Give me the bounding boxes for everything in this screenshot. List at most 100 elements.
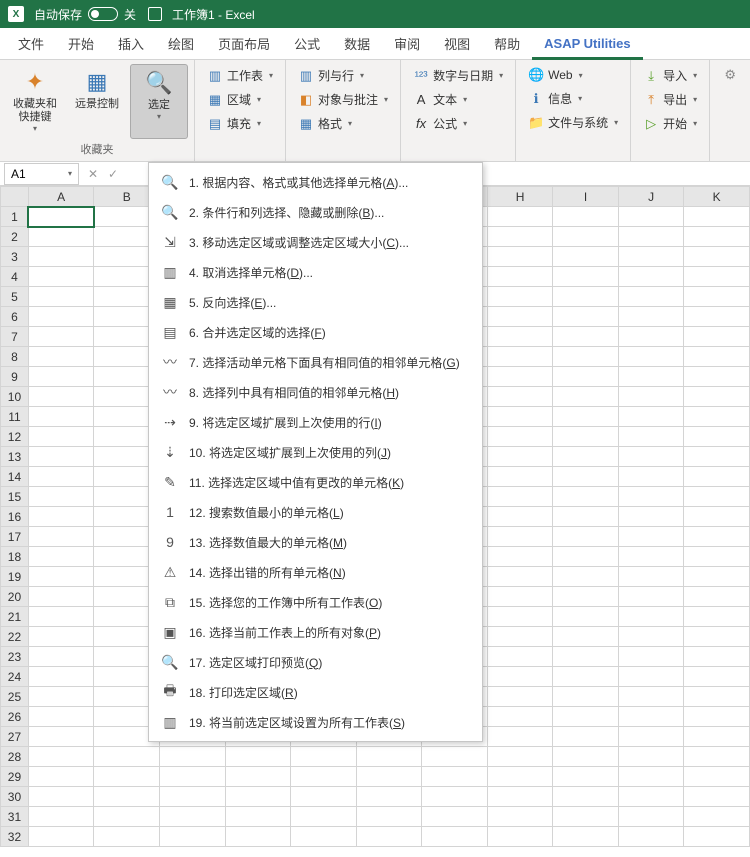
row-header[interactable]: 28 <box>1 747 29 767</box>
cell[interactable] <box>28 727 94 747</box>
cell[interactable] <box>487 507 553 527</box>
dropdown-item[interactable]: ▣16. 选择当前工作表上的所有对象(P) <box>149 617 482 647</box>
cell[interactable] <box>94 747 160 767</box>
cell[interactable] <box>28 587 94 607</box>
cell[interactable] <box>28 687 94 707</box>
cell[interactable] <box>618 727 684 747</box>
dropdown-item[interactable]: 🔍1. 根据内容、格式或其他选择单元格(A)... <box>149 167 482 197</box>
cell[interactable] <box>618 627 684 647</box>
cell[interactable] <box>28 787 94 807</box>
cell[interactable] <box>553 587 619 607</box>
cell[interactable] <box>553 607 619 627</box>
cell[interactable] <box>487 207 553 227</box>
row-header[interactable]: 31 <box>1 807 29 827</box>
cell[interactable] <box>618 687 684 707</box>
cell[interactable] <box>553 227 619 247</box>
cell[interactable] <box>94 827 160 847</box>
cell[interactable] <box>487 367 553 387</box>
cell[interactable] <box>28 647 94 667</box>
tab-home[interactable]: 开始 <box>56 28 106 59</box>
save-icon[interactable] <box>148 7 162 21</box>
dropdown-item[interactable]: 🔍2. 条件行和列选择、隐藏或删除(B)... <box>149 197 482 227</box>
cell[interactable] <box>28 407 94 427</box>
cell[interactable] <box>487 827 553 847</box>
cell[interactable] <box>487 567 553 587</box>
import-button[interactable]: ⤓导入▾ <box>637 64 703 87</box>
dropdown-item[interactable]: ⇲3. 移动选定区域或调整选定区域大小(C)... <box>149 227 482 257</box>
cell[interactable] <box>487 627 553 647</box>
dropdown-item[interactable]: 〰8. 选择列中具有相同值的相邻单元格(H) <box>149 377 482 407</box>
cell[interactable] <box>618 607 684 627</box>
dropdown-item[interactable]: 913. 选择数值最大的单元格(M) <box>149 527 482 557</box>
cell[interactable] <box>684 507 750 527</box>
cell[interactable] <box>684 527 750 547</box>
cell[interactable] <box>684 767 750 787</box>
row-header[interactable]: 10 <box>1 387 29 407</box>
cell[interactable] <box>553 487 619 507</box>
cell[interactable] <box>28 307 94 327</box>
cell[interactable] <box>553 627 619 647</box>
row-header[interactable]: 2 <box>1 227 29 247</box>
cell[interactable] <box>422 807 488 827</box>
cell[interactable] <box>487 687 553 707</box>
cell[interactable] <box>684 807 750 827</box>
row-header[interactable]: 4 <box>1 267 29 287</box>
cell[interactable] <box>684 687 750 707</box>
column-header[interactable]: H <box>487 187 553 207</box>
tab-file[interactable]: 文件 <box>6 28 56 59</box>
cell[interactable] <box>684 427 750 447</box>
cell[interactable] <box>487 767 553 787</box>
cell[interactable] <box>553 807 619 827</box>
cell[interactable] <box>618 587 684 607</box>
cell[interactable] <box>618 247 684 267</box>
cell[interactable] <box>618 367 684 387</box>
cell[interactable] <box>487 727 553 747</box>
cell[interactable] <box>553 767 619 787</box>
cell[interactable] <box>553 427 619 447</box>
cell[interactable] <box>225 747 291 767</box>
settings-button[interactable]: ⚙ <box>716 64 744 86</box>
cell[interactable] <box>487 647 553 667</box>
cell[interactable] <box>225 827 291 847</box>
cell[interactable] <box>487 287 553 307</box>
cell[interactable] <box>28 247 94 267</box>
cell[interactable] <box>159 747 225 767</box>
dropdown-item[interactable]: ▥19. 将当前选定区域设置为所有工作表(S) <box>149 707 482 737</box>
cell[interactable] <box>356 827 422 847</box>
cell[interactable] <box>225 767 291 787</box>
vision-control-button[interactable]: ▦ 远景控制 <box>68 64 126 139</box>
dropdown-item[interactable]: ⇢9. 将选定区域扩展到上次使用的行(I) <box>149 407 482 437</box>
cell[interactable] <box>487 327 553 347</box>
dropdown-item[interactable]: 🔍17. 选定区域打印预览(Q) <box>149 647 482 677</box>
autosave-toggle[interactable]: 自动保存 关 <box>34 6 136 23</box>
cell[interactable] <box>422 767 488 787</box>
cell[interactable] <box>28 507 94 527</box>
export-button[interactable]: ⤒导出▾ <box>637 88 703 111</box>
row-header[interactable]: 25 <box>1 687 29 707</box>
dropdown-item[interactable]: ✎11. 选择选定区域中值有更改的单元格(K) <box>149 467 482 497</box>
tab-review[interactable]: 审阅 <box>382 28 432 59</box>
cell[interactable] <box>684 367 750 387</box>
cell[interactable] <box>684 747 750 767</box>
name-box[interactable]: A1 ▾ <box>4 163 79 185</box>
select-all-corner[interactable] <box>1 187 29 207</box>
colrow-button[interactable]: ▥列与行▾ <box>292 64 394 87</box>
favorites-shortcuts-button[interactable]: ✦ 收藏夹和快捷键 ▾ <box>6 64 64 139</box>
cell[interactable] <box>553 507 619 527</box>
cell[interactable] <box>28 267 94 287</box>
cell[interactable] <box>28 807 94 827</box>
row-header[interactable]: 12 <box>1 427 29 447</box>
cell[interactable] <box>684 287 750 307</box>
cell[interactable] <box>553 287 619 307</box>
row-header[interactable]: 30 <box>1 787 29 807</box>
cell[interactable] <box>618 747 684 767</box>
cell[interactable] <box>487 807 553 827</box>
cell[interactable] <box>684 667 750 687</box>
cell[interactable] <box>356 747 422 767</box>
info-button[interactable]: ℹ信息▾ <box>522 87 624 110</box>
cell[interactable] <box>684 627 750 647</box>
tab-draw[interactable]: 绘图 <box>156 28 206 59</box>
cell[interactable] <box>159 827 225 847</box>
cell[interactable] <box>553 327 619 347</box>
column-header[interactable]: I <box>553 187 619 207</box>
